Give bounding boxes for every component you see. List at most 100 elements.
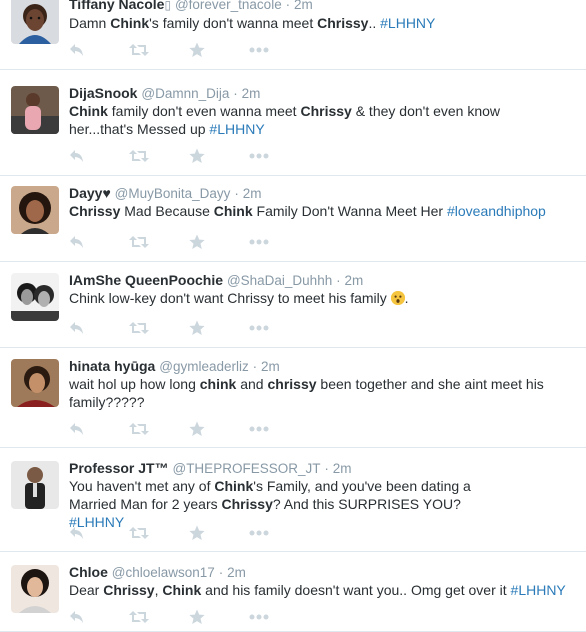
username[interactable]: @MuyBonita_Dayy: [115, 186, 231, 201]
username[interactable]: @chloelawson17: [112, 565, 215, 580]
more-icon: [249, 325, 269, 331]
display-name[interactable]: IAmShe QueenPoochie: [69, 272, 223, 288]
display-name[interactable]: Tiffany Nacole: [69, 0, 164, 12]
text-segment: 's family don't wanna meet: [149, 15, 318, 31]
favorite-button[interactable]: [189, 232, 249, 252]
star-icon: [189, 42, 205, 57]
more-icon: [249, 426, 269, 432]
tweet[interactable]: Tiffany Nacole▯ @forever_tnacole · 2m Dam…: [0, 0, 586, 70]
more-button[interactable]: [249, 523, 309, 543]
timestamp[interactable]: 2m: [261, 359, 280, 374]
reply-button[interactable]: [69, 146, 129, 166]
timestamp[interactable]: 2m: [294, 0, 313, 12]
reply-icon: [70, 423, 83, 435]
hashtag-link[interactable]: #loveandhiphop: [447, 203, 546, 219]
text-segment: ..: [368, 15, 381, 31]
tweet-header: Tiffany Nacole▯ @forever_tnacole · 2m: [69, 0, 313, 14]
reply-button[interactable]: [69, 523, 129, 543]
avatar[interactable]: [11, 565, 59, 613]
retweet-button[interactable]: [129, 607, 189, 627]
more-button[interactable]: [249, 232, 309, 252]
tweet-header: hinata hyūga @gymleaderliz · 2m: [69, 356, 280, 376]
more-button[interactable]: [249, 318, 309, 338]
highlighted-term: Chrissy: [69, 203, 121, 219]
username[interactable]: @Damnn_Dija: [141, 86, 229, 101]
text-segment: Dear: [69, 582, 104, 598]
more-button[interactable]: [249, 419, 309, 439]
avatar[interactable]: [11, 86, 59, 134]
retweet-button[interactable]: [129, 419, 189, 439]
username[interactable]: @THEPROFESSOR_JT: [172, 461, 320, 476]
reply-icon: [70, 150, 83, 162]
tweet[interactable]: Professor JT™ @THEPROFESSOR_JT · 2m You h…: [0, 448, 586, 552]
more-icon: [249, 530, 269, 536]
display-name[interactable]: Chloe: [69, 564, 108, 580]
avatar[interactable]: [11, 0, 59, 44]
hashtag-link[interactable]: #LHHNY: [209, 121, 264, 137]
retweet-button[interactable]: [129, 318, 189, 338]
more-button[interactable]: [249, 40, 309, 60]
tweet-actions: [69, 318, 309, 338]
tweet[interactable]: hinata hyūga @gymleaderliz · 2m wait hol …: [0, 348, 586, 448]
username[interactable]: @gymleaderliz: [159, 359, 248, 374]
reply-button[interactable]: [69, 318, 129, 338]
separator-dot: ·: [233, 86, 238, 101]
text-segment: You haven't met any of: [69, 478, 215, 494]
favorite-button[interactable]: [189, 419, 249, 439]
more-button[interactable]: [249, 607, 309, 627]
display-name[interactable]: Dayy♥: [69, 185, 111, 201]
more-icon: [249, 239, 269, 245]
avatar[interactable]: [11, 461, 59, 509]
timestamp[interactable]: 2m: [243, 186, 262, 201]
retweet-button[interactable]: [129, 146, 189, 166]
reply-button[interactable]: [69, 232, 129, 252]
reply-button[interactable]: [69, 40, 129, 60]
tweet-header: Dayy♥ @MuyBonita_Dayy · 2m: [69, 183, 261, 203]
favorite-button[interactable]: [189, 523, 249, 543]
tweet[interactable]: Chloe @chloelawson17 · 2m Dear Chrissy, C…: [0, 552, 586, 632]
reply-button[interactable]: [69, 419, 129, 439]
retweet-icon: [129, 423, 149, 435]
tweet-text: Chink family don't even wanna meet Chris…: [69, 102, 519, 138]
favorite-button[interactable]: [189, 40, 249, 60]
reply-icon: [70, 611, 83, 623]
retweet-button[interactable]: [129, 232, 189, 252]
retweet-icon: [129, 611, 149, 623]
favorite-button[interactable]: [189, 318, 249, 338]
retweet-button[interactable]: [129, 40, 189, 60]
hashtag-link[interactable]: #LHHNY: [511, 582, 566, 598]
display-name[interactable]: Professor JT™: [69, 460, 169, 476]
timestamp[interactable]: 2m: [242, 86, 261, 101]
more-icon: [249, 153, 269, 159]
timestamp[interactable]: 2m: [333, 461, 352, 476]
separator-dot: ·: [336, 273, 341, 288]
retweet-button[interactable]: [129, 523, 189, 543]
username[interactable]: @forever_tnacole: [175, 0, 282, 12]
more-button[interactable]: [249, 146, 309, 166]
text-segment: and his family doesn't want you.. Omg ge…: [201, 582, 511, 598]
retweet-icon: [129, 150, 149, 162]
avatar[interactable]: [11, 273, 59, 321]
favorite-button[interactable]: [189, 607, 249, 627]
text-segment: .: [404, 290, 409, 306]
retweet-icon: [129, 44, 149, 56]
retweet-icon: [129, 527, 149, 539]
tweet[interactable]: Dayy♥ @MuyBonita_Dayy · 2m Chrissy Mad Be…: [0, 176, 586, 262]
tweet[interactable]: DijaSnook @Damnn_Dija · 2m Chink family d…: [0, 76, 586, 176]
hashtag-link[interactable]: #LHHNY: [380, 15, 435, 31]
retweet-icon: [129, 322, 149, 334]
tweet[interactable]: IAmShe QueenPoochie @ShaDai_Duhhh · 2m Ch…: [0, 262, 586, 348]
favorite-button[interactable]: [189, 146, 249, 166]
highlighted-term: chink: [199, 376, 237, 392]
tweet-header: IAmShe QueenPoochie @ShaDai_Duhhh · 2m: [69, 270, 363, 290]
tweet-actions: [69, 419, 309, 439]
text-segment: ? And this SURPRISES YOU?: [272, 496, 461, 512]
display-name[interactable]: DijaSnook: [69, 85, 137, 101]
reply-button[interactable]: [69, 607, 129, 627]
avatar[interactable]: [11, 359, 59, 407]
avatar[interactable]: [11, 186, 59, 234]
username[interactable]: @ShaDai_Duhhh: [227, 273, 332, 288]
display-name[interactable]: hinata hyūga: [69, 358, 155, 374]
timestamp[interactable]: 2m: [227, 565, 246, 580]
timestamp[interactable]: 2m: [345, 273, 364, 288]
